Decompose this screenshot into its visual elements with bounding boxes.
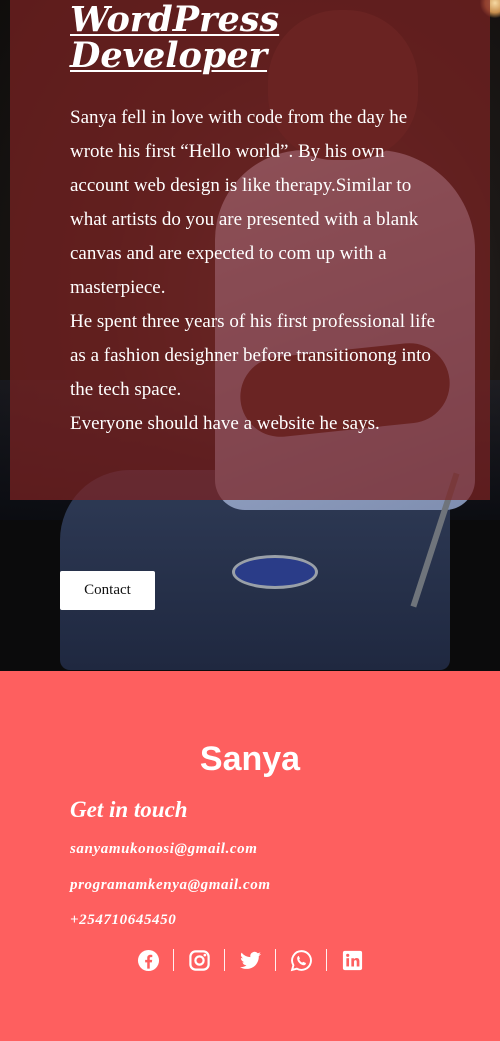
email-link-primary[interactable]: sanyamukonosi@gmail.com <box>70 839 258 859</box>
email-link-secondary[interactable]: programamkenya@gmail.com <box>70 875 271 895</box>
bio-paragraph: He spent three years of his first profes… <box>70 311 436 400</box>
facebook-icon[interactable] <box>123 944 173 976</box>
phone-link[interactable]: +254710645450 <box>70 910 176 930</box>
whatsapp-icon[interactable] <box>276 944 326 976</box>
social-links <box>120 944 380 976</box>
twitter-icon[interactable] <box>225 944 275 976</box>
contact-button[interactable]: Contact <box>60 571 155 610</box>
instagram-icon[interactable] <box>174 944 224 976</box>
get-in-touch-heading: Get in touch <box>70 797 188 822</box>
linkedin-icon[interactable] <box>327 944 377 976</box>
bio-paragraph: Everyone should have a website he says. <box>70 413 380 434</box>
page-title: WordPress Developer <box>70 0 280 76</box>
hero-section: WordPress Developer Sanya fell in love w… <box>0 0 500 671</box>
bio-text: Sanya fell in love with code from the da… <box>70 101 442 441</box>
bio-paragraph: Sanya fell in love with code from the da… <box>70 107 419 298</box>
footer-brand: Sanya <box>199 740 301 778</box>
